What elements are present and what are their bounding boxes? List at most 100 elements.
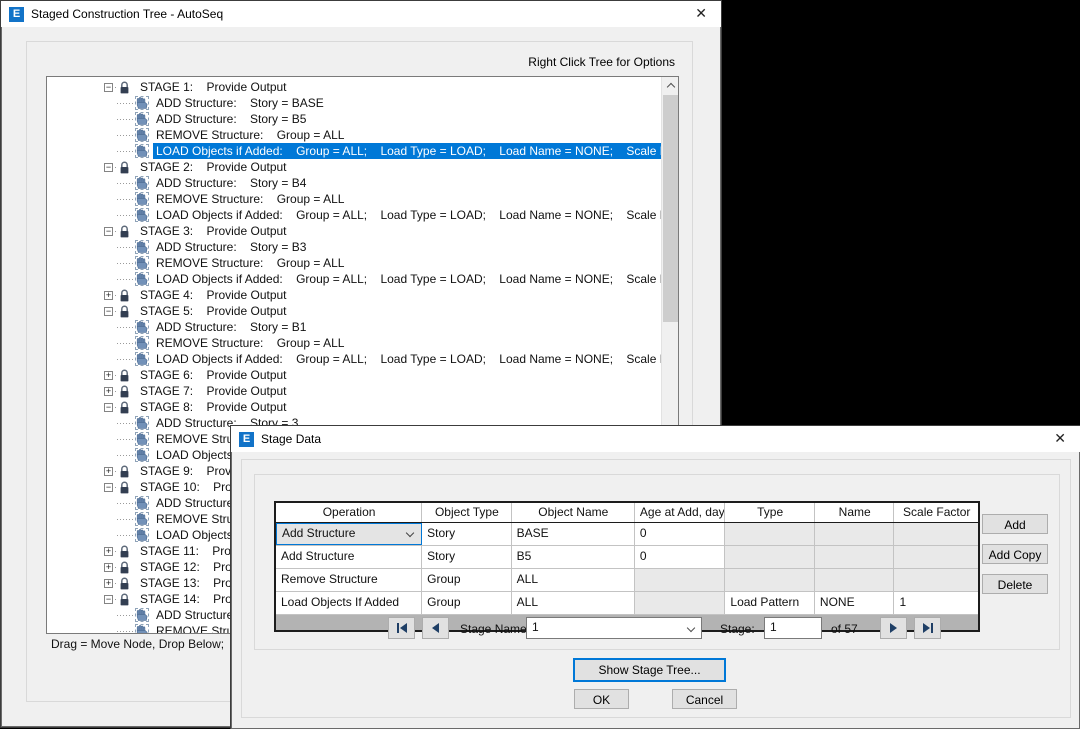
table-cell[interactable]: Story (422, 523, 512, 545)
tree-operation-node[interactable]: ADD Structure: Story = B3 (47, 239, 661, 255)
scroll-up-icon[interactable] (662, 77, 679, 94)
chevron-down-icon (687, 624, 695, 632)
table-cell[interactable]: 0 (635, 546, 725, 568)
close-icon[interactable]: ✕ (695, 5, 707, 21)
tree-node-label: ADD Structure: Story = B1 (153, 319, 309, 335)
table-header-cell: Scale Factor (894, 503, 978, 522)
operation-combobox[interactable]: Add Structure (276, 523, 422, 545)
add-copy-button[interactable]: Add Copy (982, 544, 1048, 564)
tree-connector-line (117, 183, 133, 184)
last-stage-button[interactable] (914, 617, 941, 639)
cancel-button[interactable]: Cancel (672, 689, 737, 709)
tree-operation-node[interactable]: ADD Structure: Story = B5 (47, 111, 661, 127)
delete-button[interactable]: Delete (982, 574, 1048, 594)
tree-stage-node[interactable]: + STAGE 6: Provide Output (47, 367, 661, 383)
tree-connector-line (117, 519, 133, 520)
table-cell (894, 523, 978, 545)
expand-icon[interactable]: + (104, 579, 113, 588)
tree-node-label: STAGE 1: Provide Output (137, 79, 290, 95)
expand-icon[interactable]: + (104, 547, 113, 556)
tree-connector-line (117, 135, 133, 136)
scrollbar-thumb[interactable] (663, 95, 678, 322)
stage-data-inner-frame: OperationObject TypeObject NameAge at Ad… (254, 474, 1060, 650)
last-icon (923, 623, 930, 633)
collapse-icon[interactable]: − (104, 227, 113, 236)
tree-operation-node[interactable]: LOAD Objects if Added: Group = ALL; Load… (47, 143, 661, 159)
tree-stage-node[interactable]: + STAGE 4: Provide Output (47, 287, 661, 303)
table-cell[interactable]: ALL (512, 569, 635, 591)
table-cell[interactable]: Story (422, 546, 512, 568)
tree-stage-node[interactable]: − STAGE 3: Provide Output (47, 223, 661, 239)
table-cell[interactable]: Group (422, 569, 512, 591)
table-cell (635, 569, 725, 591)
table-cell[interactable]: 0 (635, 523, 725, 545)
tree-stage-node[interactable]: +STAGE 7: Provide Output (47, 383, 661, 399)
hand-icon (135, 208, 149, 222)
stage-data-titlebar[interactable]: E Stage Data ✕ (231, 426, 1080, 452)
tree-operation-node[interactable]: LOAD Objects if Added: Group = ALL; Load… (47, 271, 661, 287)
add-button[interactable]: Add (982, 514, 1048, 534)
next-stage-button[interactable] (880, 617, 907, 639)
collapse-icon[interactable]: − (104, 403, 113, 412)
hand-icon (135, 496, 149, 510)
stage-name-combobox[interactable]: 1 (526, 617, 702, 639)
tree-operation-node[interactable]: LOAD Objects if Added: Group = ALL; Load… (47, 351, 661, 367)
table-cell[interactable]: NONE (815, 592, 895, 614)
hand-icon (135, 432, 149, 446)
tree-operation-node[interactable]: ADD Structure: Story = BASE (47, 95, 661, 111)
expand-icon[interactable]: + (104, 387, 113, 396)
table-header-cell: Name (815, 503, 895, 522)
table-cell (635, 592, 725, 614)
tree-connector-line (117, 199, 133, 200)
expand-icon[interactable]: + (104, 467, 113, 476)
tree-operation-node[interactable]: REMOVE Structure: Group = ALL (47, 255, 661, 271)
tree-stage-node[interactable]: − STAGE 5: Provide Output (47, 303, 661, 319)
tree-node-label: STAGE 4: Provide Output (137, 287, 290, 303)
expand-icon[interactable]: + (104, 563, 113, 572)
previous-stage-button[interactable] (422, 617, 449, 639)
collapse-icon[interactable]: − (104, 163, 113, 172)
collapse-icon[interactable]: − (104, 83, 113, 92)
expand-icon[interactable]: + (104, 291, 113, 300)
stage-data-title: Stage Data (261, 432, 321, 446)
collapse-icon[interactable]: − (104, 307, 113, 316)
tree-window-titlebar[interactable]: E Staged Construction Tree - AutoSeq ✕ (1, 1, 721, 27)
table-cell[interactable]: B5 (512, 546, 635, 568)
close-icon[interactable]: ✕ (1054, 430, 1066, 446)
table-cell[interactable]: 1 (894, 592, 978, 614)
tree-node-label: STAGE 5: Provide Output (137, 303, 290, 319)
table-cell[interactable]: ALL (512, 592, 635, 614)
stage-label: Stage: (720, 622, 755, 636)
table-cell[interactable]: Load Objects If Added (276, 592, 422, 614)
hand-icon (135, 608, 149, 622)
first-stage-button[interactable] (388, 617, 415, 639)
tree-operation-node[interactable]: REMOVE Structure: Group = ALL (47, 191, 661, 207)
expand-icon[interactable]: + (104, 371, 113, 380)
stage-number-input[interactable]: 1 (764, 617, 822, 639)
table-cell[interactable]: Add Structure (276, 546, 422, 568)
tree-stage-node[interactable]: − STAGE 2: Provide Output (47, 159, 661, 175)
ok-button[interactable]: OK (574, 689, 629, 709)
tree-node-label: STAGE 3: Provide Output (137, 223, 290, 239)
tree-operation-node[interactable]: REMOVE Structure: Group = ALL (47, 127, 661, 143)
table-cell (815, 523, 895, 545)
tree-connector-line (117, 247, 133, 248)
collapse-icon[interactable]: − (104, 595, 113, 604)
tree-node-label: STAGE 6: Provide Output (137, 367, 290, 383)
table-cell[interactable]: Remove Structure (276, 569, 422, 591)
tree-stage-node[interactable]: − STAGE 1: Provide Output (47, 79, 661, 95)
show-stage-tree-button[interactable]: Show Stage Tree... (573, 658, 726, 682)
tree-operation-node[interactable]: ADD Structure: Story = B1 (47, 319, 661, 335)
table-cell[interactable]: Group (422, 592, 512, 614)
tree-stage-node[interactable]: −STAGE 8: Provide Output (47, 399, 661, 415)
stage-name-label: Stage Name: (460, 622, 530, 636)
tree-connector-line (117, 103, 133, 104)
tree-operation-node[interactable]: LOAD Objects if Added: Group = ALL; Load… (47, 207, 661, 223)
table-cell[interactable]: BASE (512, 523, 635, 545)
table-cell (894, 546, 978, 568)
tree-operation-node[interactable]: ADD Structure: Story = B4 (47, 175, 661, 191)
collapse-icon[interactable]: − (104, 483, 113, 492)
tree-node-label: STAGE 2: Provide Output (137, 159, 290, 175)
tree-operation-node[interactable]: REMOVE Structure: Group = ALL (47, 335, 661, 351)
table-cell[interactable]: Load Pattern (725, 592, 815, 614)
